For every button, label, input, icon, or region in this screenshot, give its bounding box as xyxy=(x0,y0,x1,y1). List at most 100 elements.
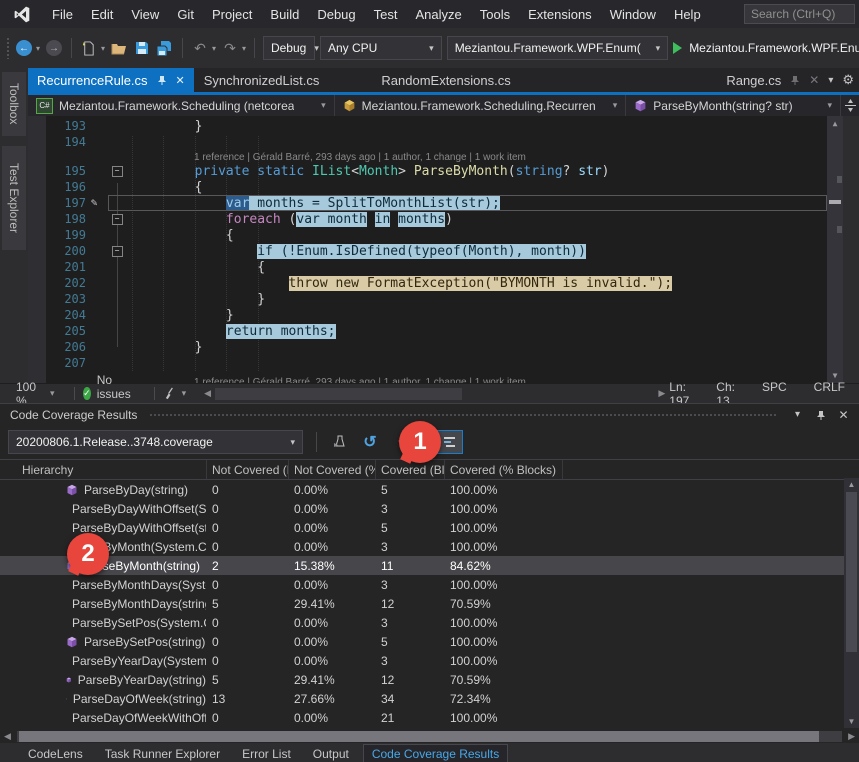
startup-project-dropdown[interactable]: Meziantou.Framework.WPF.Enum(▾ xyxy=(447,36,669,60)
scroll-up-icon[interactable]: ▲ xyxy=(827,119,843,128)
active-files-dropdown-icon[interactable]: ▾ xyxy=(828,75,833,86)
project-dropdown[interactable]: C# Meziantou.Framework.Scheduling (netco… xyxy=(28,95,335,116)
column-header-covered-blocks[interactable]: Covered (% Blocks) xyxy=(444,460,562,479)
scrollbar-thumb[interactable] xyxy=(19,731,819,742)
menu-item-extensions[interactable]: Extensions xyxy=(519,4,601,25)
table-row[interactable]: ParseBySetPos(string)00.00%5100.00% xyxy=(0,632,859,651)
panel-title-bar[interactable]: Code Coverage Results ▾ ✕ xyxy=(0,404,859,425)
configuration-dropdown[interactable]: Debug▾ xyxy=(263,36,315,60)
codelens-info[interactable]: 1 reference | Gérald Barré, 293 days ago… xyxy=(28,150,827,163)
scroll-left-icon[interactable]: ◀ xyxy=(204,388,211,399)
table-horizontal-scrollbar[interactable]: ◀ ▶ xyxy=(0,730,859,743)
member-dropdown[interactable]: ParseByMonth(string? str) ▾ xyxy=(626,95,840,116)
undo-dropdown-caret-icon[interactable]: ▾ xyxy=(212,44,216,53)
table-row[interactable]: ParseByMonth(System.Collections....00.00… xyxy=(0,537,859,556)
pin-icon[interactable] xyxy=(790,75,800,85)
merge-results-button[interactable]: ↺ xyxy=(360,431,380,453)
navigate-back-button[interactable]: ← xyxy=(15,37,33,59)
code-cleanup-button[interactable]: ▾ xyxy=(164,387,187,400)
code-line[interactable]: 193 } xyxy=(28,118,827,134)
menu-item-edit[interactable]: Edit xyxy=(82,4,122,25)
scrollbar-track[interactable] xyxy=(17,731,842,742)
table-row[interactable]: ParseByDayWithOffset(System.Coll...00.00… xyxy=(0,499,859,518)
scrollbar-thumb[interactable] xyxy=(846,492,857,652)
sidebar-tab-toolbox[interactable]: Toolbox xyxy=(2,72,26,136)
code-line[interactable]: 198− foreach (var month in months) xyxy=(28,211,827,227)
menu-item-tools[interactable]: Tools xyxy=(471,4,519,25)
scroll-left-icon[interactable]: ◀ xyxy=(4,731,11,742)
save-button[interactable] xyxy=(133,37,151,59)
code-line[interactable]: 196 { xyxy=(28,179,827,195)
navigate-forward-button[interactable]: → xyxy=(45,37,63,59)
code-line[interactable]: 201 { xyxy=(28,259,827,275)
collapse-minus-icon[interactable]: − xyxy=(112,166,123,177)
redo-button[interactable]: ↷ xyxy=(221,37,239,59)
open-folder-button[interactable] xyxy=(110,37,128,59)
fold-collapse-button[interactable]: − xyxy=(102,214,132,225)
menu-item-file[interactable]: File xyxy=(43,4,82,25)
panel-tab-task-runner-explorer[interactable]: Task Runner Explorer xyxy=(97,745,228,762)
collapse-minus-icon[interactable]: − xyxy=(112,246,123,257)
table-row[interactable]: ParseByMonthDays(System.Collecti...00.00… xyxy=(0,575,859,594)
code-line[interactable]: 194 xyxy=(28,134,827,150)
save-all-button[interactable] xyxy=(156,37,174,59)
start-debugging-button[interactable]: Meziantou.Framework.WPF.Enu xyxy=(673,41,859,55)
code-editor[interactable]: 193 }1941 reference | Gérald Barré, 293 … xyxy=(28,116,843,383)
table-row[interactable]: ParseByDayWithOffset(string)00.00%5100.0… xyxy=(0,518,859,537)
panel-tab-codelens[interactable]: CodeLens xyxy=(20,745,91,762)
code-line[interactable]: 200− if (!Enum.IsDefined(typeof(Month), … xyxy=(28,243,827,259)
scroll-down-icon[interactable]: ▼ xyxy=(844,717,859,726)
menu-item-test[interactable]: Test xyxy=(365,4,407,25)
tab-range[interactable]: Range.cs xyxy=(726,73,781,88)
coverage-report-dropdown[interactable]: 20200806.1.Release..3748.coverage ▾ xyxy=(8,430,303,454)
code-line[interactable]: 203 } xyxy=(28,291,827,307)
panel-tab-output[interactable]: Output xyxy=(305,745,357,762)
code-line[interactable]: 206 } xyxy=(28,339,827,355)
panel-tab-code-coverage-results[interactable]: Code Coverage Results xyxy=(363,744,508,762)
pin-icon[interactable] xyxy=(813,410,828,420)
code-line[interactable]: 207 xyxy=(28,355,827,371)
menu-item-git[interactable]: Git xyxy=(168,4,203,25)
tab-synchronizedlist[interactable]: SynchronizedList.cs xyxy=(194,68,330,92)
fold-collapse-button[interactable]: − xyxy=(102,246,132,257)
column-header-hierarchy[interactable]: Hierarchy xyxy=(0,460,206,479)
table-row[interactable]: ParseByMonthDays(string)529.41%1270.59% xyxy=(0,594,859,613)
sidebar-tab-test-explorer[interactable]: Test Explorer xyxy=(2,146,26,250)
window-position-dropdown-icon[interactable]: ▾ xyxy=(790,409,805,420)
platform-dropdown[interactable]: Any CPU▾ xyxy=(320,36,442,60)
back-dropdown-caret-icon[interactable]: ▾ xyxy=(36,44,40,53)
undo-button[interactable]: ↶ xyxy=(191,37,209,59)
editor-vertical-scrollbar[interactable]: ▲ ▼ xyxy=(827,116,843,383)
table-vertical-scrollbar[interactable]: ▲ ▼ xyxy=(844,478,859,728)
table-row[interactable]: ParseDayOfWeekWithOffset(string)00.00%21… xyxy=(0,708,859,727)
panel-tab-error-list[interactable]: Error List xyxy=(234,745,299,762)
new-file-dropdown-caret-icon[interactable]: ▾ xyxy=(101,44,105,53)
editor-horizontal-scrollbar[interactable] xyxy=(215,388,462,400)
table-row[interactable]: ParseDayOfWeek(string)1327.66%3472.34% xyxy=(0,689,859,708)
code-line[interactable]: 204 } xyxy=(28,307,827,323)
table-row[interactable]: ParseByYearDay(System.Collections....00.… xyxy=(0,651,859,670)
scroll-right-icon[interactable]: ▶ xyxy=(848,731,855,742)
pin-icon[interactable] xyxy=(157,75,167,85)
table-row[interactable]: ParseByDay(string)00.00%5100.00% xyxy=(0,480,859,499)
code-line[interactable]: 205 return months; xyxy=(28,323,827,339)
new-file-button[interactable] xyxy=(80,37,98,59)
close-icon[interactable]: ✕ xyxy=(176,74,185,87)
menu-item-build[interactable]: Build xyxy=(261,4,308,25)
close-icon[interactable]: ✕ xyxy=(809,73,819,87)
scroll-right-icon[interactable]: ▶ xyxy=(658,388,665,399)
menu-item-debug[interactable]: Debug xyxy=(308,4,364,25)
code-line[interactable]: 202 throw new FormatException("BYMONTH i… xyxy=(28,275,827,291)
tab-recurrencerule[interactable]: RecurrenceRule.cs ✕ xyxy=(28,68,194,92)
panel-drag-grip[interactable] xyxy=(149,413,778,417)
type-dropdown[interactable]: Meziantou.Framework.Scheduling.Recurren … xyxy=(335,95,627,116)
fold-collapse-button[interactable]: − xyxy=(102,166,132,177)
split-editor-button[interactable] xyxy=(840,95,859,116)
redo-dropdown-caret-icon[interactable]: ▾ xyxy=(242,44,246,53)
code-line[interactable]: 197✎ var months = SplitToMonthList(str); xyxy=(28,195,827,211)
collapse-minus-icon[interactable]: − xyxy=(112,214,123,225)
toolbar-grip[interactable] xyxy=(6,37,10,59)
menu-item-help[interactable]: Help xyxy=(665,4,710,25)
tab-randomextensions[interactable]: RandomExtensions.cs xyxy=(371,68,520,92)
table-row[interactable]: ParseBySetPos(System.Collections....00.0… xyxy=(0,613,859,632)
